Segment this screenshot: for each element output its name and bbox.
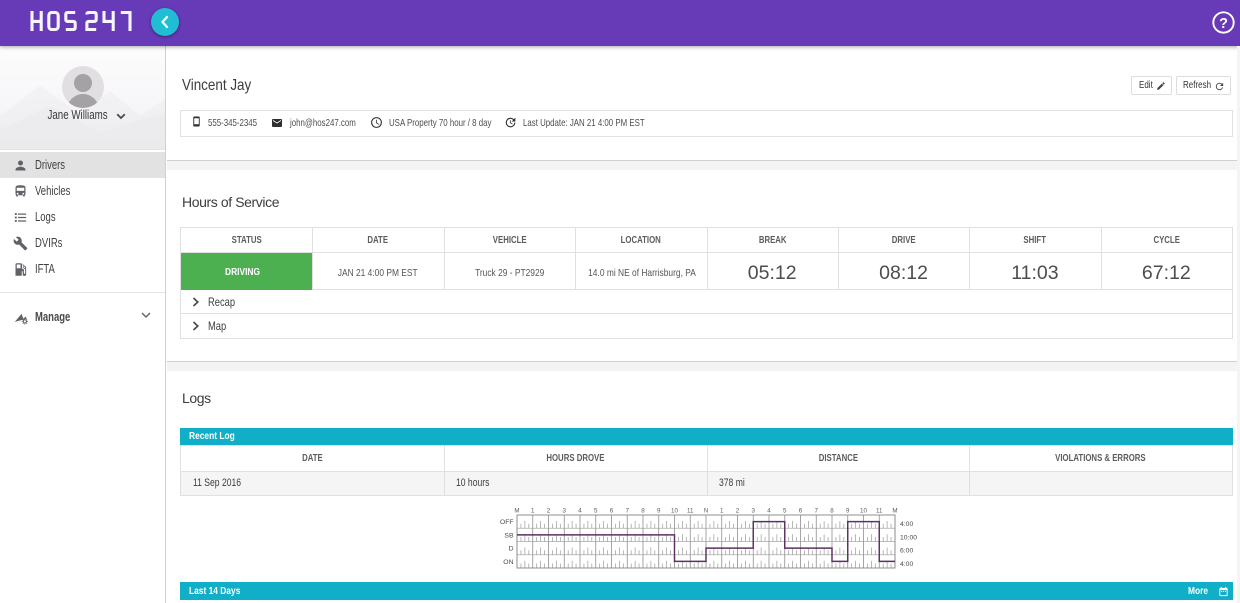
- svg-text:3: 3: [751, 508, 755, 515]
- svg-text:M: M: [892, 508, 897, 515]
- svg-text:5: 5: [594, 508, 598, 515]
- svg-text:ON: ON: [503, 559, 513, 566]
- svg-text:4: 4: [578, 508, 582, 515]
- svg-text:2: 2: [546, 508, 550, 515]
- svg-text:SB: SB: [504, 532, 514, 539]
- svg-text:1: 1: [531, 508, 535, 515]
- svg-text:10:00: 10:00: [900, 534, 917, 541]
- svg-text:9: 9: [657, 508, 661, 515]
- svg-text:9: 9: [846, 508, 850, 515]
- svg-text:M: M: [514, 508, 519, 515]
- svg-text:?: ?: [1219, 16, 1228, 32]
- svg-text:10: 10: [860, 508, 867, 515]
- svg-text:7: 7: [625, 508, 629, 515]
- svg-text:D: D: [508, 546, 513, 553]
- svg-text:N: N: [703, 508, 707, 515]
- svg-text:10: 10: [671, 508, 678, 515]
- svg-text:6: 6: [798, 508, 802, 515]
- svg-text:5: 5: [783, 508, 787, 515]
- svg-text:11: 11: [876, 508, 883, 515]
- svg-text:1: 1: [720, 508, 724, 515]
- svg-text:3: 3: [562, 508, 566, 515]
- svg-text:4: 4: [767, 508, 771, 515]
- svg-text:8: 8: [641, 508, 645, 515]
- svg-text:4:00: 4:00: [900, 521, 913, 528]
- svg-text:11: 11: [687, 508, 694, 515]
- svg-text:6:00: 6:00: [900, 548, 913, 555]
- svg-text:4:00: 4:00: [900, 561, 913, 568]
- svg-text:8: 8: [830, 508, 834, 515]
- svg-text:2: 2: [735, 508, 739, 515]
- svg-text:OFF: OFF: [499, 519, 513, 526]
- svg-text:7: 7: [814, 508, 818, 515]
- svg-text:6: 6: [609, 508, 613, 515]
